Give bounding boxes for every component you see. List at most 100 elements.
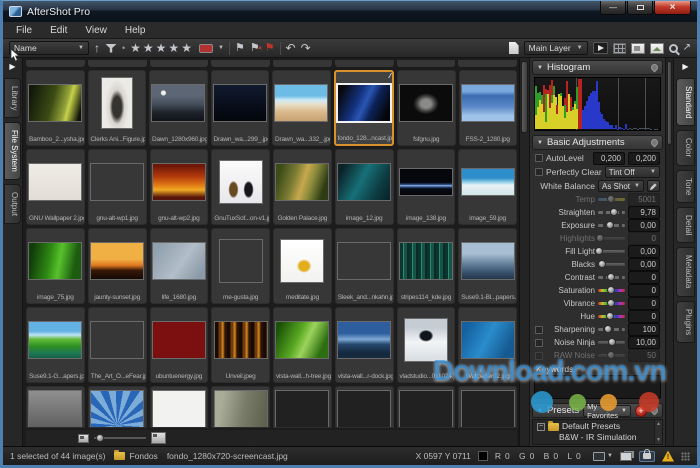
thumbnail-cell-partial[interactable] [458,60,517,67]
thumbnail-cell-partial[interactable] [211,386,270,428]
slider-track[interactable] [598,286,625,294]
multi-image-view-button[interactable] [612,42,626,54]
preset-item[interactable]: B&W - IR Simulation [533,432,662,443]
lock-toggle-button[interactable] [639,448,655,462]
presets-scrollbar[interactable] [654,420,662,444]
warning-icon[interactable]: ! [662,450,674,462]
slider-value[interactable]: 9,78 [628,206,660,219]
presets-header[interactable]: ▼ Presets My Favorites ▼ + [532,402,663,420]
thumbnail-cell[interactable]: Drawn_wa...299_.jpg [210,70,269,146]
slider-value[interactable]: 0 [628,310,660,323]
thumbnail-cell[interactable]: Wallpaper02.jpg [458,307,517,383]
slider-handle[interactable] [606,221,615,229]
slider-checkbox[interactable] [535,351,543,360]
slider-value[interactable]: 0,00 [628,245,660,258]
thumbnail-cell[interactable]: vista-wall...r-dock.jpg [334,307,394,383]
slider-track[interactable] [595,247,625,255]
slider-value[interactable]: 100 [628,323,660,336]
thumbnail-cell[interactable]: meditate.jpg [273,228,332,304]
thumbnail-cell[interactable]: stripes114_kde.jpg [396,228,456,304]
pin-icon[interactable] [649,405,660,416]
panel-tab-color[interactable]: Color [676,130,695,166]
magnifier-button[interactable] [668,43,678,53]
rating-none-dot[interactable]: • [122,43,125,53]
collapse-arrow-icon[interactable]: ▼ [537,140,543,146]
preset-item[interactable]: B&W - Simple [533,443,662,444]
slider-track[interactable] [598,338,625,346]
minimize-button[interactable]: — [600,1,626,15]
thumbnail-cell[interactable]: gnu-alt-wp1.jpg [87,149,147,225]
thumbnail-cell[interactable]: Clerks Ani...Figure.jpg [87,70,146,146]
slider-track[interactable] [598,208,625,216]
slider-track[interactable] [597,260,625,268]
collapse-minus-icon[interactable]: − [537,422,545,431]
thumbnail-cell[interactable]: GNU Wallpaper 2.jpg [26,149,85,225]
thumbnail-cell[interactable]: ⁄⁄ fondo_128...ncast.jpg [333,70,394,146]
panel-tab-plugins[interactable]: Plugins [676,300,695,344]
compare-images-icon[interactable] [620,451,632,461]
thumbnail-cell[interactable]: jaunty-sunset.jpg [87,228,147,304]
layer-select[interactable]: Main Layer ▼ [523,41,588,55]
slider-handle[interactable] [606,195,615,203]
slider-handle[interactable] [595,247,604,255]
slider-handle[interactable] [606,299,615,307]
slider-track[interactable] [598,351,625,359]
pin-icon[interactable] [649,137,660,148]
maximize-button[interactable] [627,1,653,15]
thumbnail-cell[interactable]: Suse9.1-G...apers.jpg [26,307,85,383]
filter-icon[interactable] [105,43,117,53]
thumbnail-cell-partial[interactable] [334,386,394,428]
sidebar-tab-output[interactable]: Output [4,184,21,225]
thumbnail-cell[interactable]: image_138.jpg [396,149,456,225]
panel-tab-detail[interactable]: Detail [676,206,695,244]
keywords-input[interactable] [534,375,661,399]
filmstrip-view-button[interactable] [630,42,645,54]
preset-folder-row[interactable]: − Default Presets [533,420,662,432]
thumbnail-cell[interactable]: Bamboo_2...ysha.jpg [26,70,85,146]
sort-ascending-icon[interactable]: ↑ [94,42,100,54]
thumbnails-large-icon[interactable] [151,432,166,444]
slider-track[interactable] [598,325,625,333]
thumbnail-cell-partial[interactable] [26,60,85,67]
slider-handle[interactable] [597,260,606,268]
sidebar-tab-library[interactable]: Library [4,78,21,119]
panel-tab-tone[interactable]: Tone [676,169,695,203]
panel-scrollbar[interactable] [665,58,673,446]
thumbnail-cell[interactable]: image_59.jpg [458,149,517,225]
slider-value[interactable]: 10,00 [628,336,660,349]
grid-scrollbar-thumb[interactable] [521,61,528,133]
thumbnail-cell[interactable]: me-gusta.jpg [211,228,270,304]
thumbnail-cell[interactable]: Suse9.1-Bl...papers.jpg [458,228,517,304]
pin-icon[interactable] [649,62,660,73]
reject-flag-icon[interactable]: ⚑ [265,42,275,54]
thumbnail-cell[interactable]: life_1680.jpg [149,228,209,304]
slider-value[interactable]: 0,00 [628,219,660,232]
thumbnail-cell-partial[interactable] [211,60,270,67]
thumbnail-cell[interactable]: Golden Palace.jpg [273,149,332,225]
thumbnail-cell-partial[interactable] [458,386,517,428]
thumbnail-cell[interactable]: ubuntuenergy.jpg [149,307,209,383]
slider-track[interactable] [598,312,625,320]
thumbnail-cell-partial[interactable] [26,386,85,428]
color-profile-button[interactable]: ▼ [593,451,613,461]
menu-edit[interactable]: Edit [41,25,76,36]
slider-handle[interactable] [606,286,615,294]
thumbnail-cell[interactable]: Sleek_and...nkahn.jpg [334,228,394,304]
white-balance-select[interactable]: As Shot ▼ [598,180,644,192]
slider-track[interactable] [598,273,625,281]
thumbnail-cell-partial[interactable] [87,60,147,67]
star-rating-bar[interactable]: ★★★★★ [130,42,194,54]
thumbnail-cell-partial[interactable] [149,60,209,67]
slideshow-button[interactable] [592,42,608,54]
eyedropper-button[interactable] [647,180,660,192]
sort-field-select[interactable]: Name ▼ [9,41,89,55]
title-bar[interactable]: AfterShot Pro — × [3,1,697,22]
redo-icon[interactable]: ↷ [301,42,311,54]
thumbnail-cell[interactable]: FSS-2_1280.jpg [458,70,517,146]
slider-value[interactable]: 50 [628,349,660,362]
slider-value[interactable]: 5001 [628,193,660,206]
resize-grip[interactable] [681,451,690,461]
close-button[interactable]: × [654,1,691,15]
slider-checkbox[interactable] [535,325,543,334]
left-panel-expand-icon[interactable]: ▶ [9,62,15,72]
